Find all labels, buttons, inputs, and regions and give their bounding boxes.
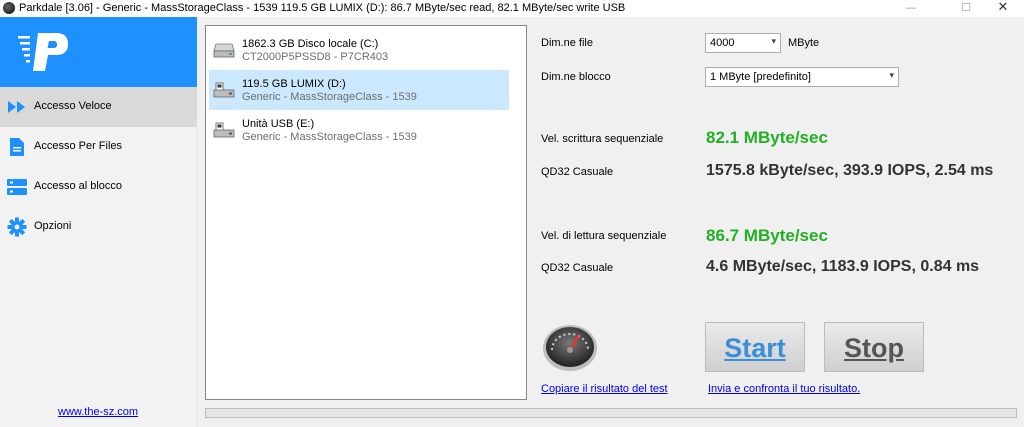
speedometer-icon <box>543 325 597 371</box>
minimize-button[interactable]: — <box>888 0 934 17</box>
copy-result-link[interactable]: Copiare il risultato del test <box>541 383 668 395</box>
sidebar-item-accesso-al-blocco[interactable]: Accesso al blocco <box>0 167 197 207</box>
sidebar-item-accesso-per-files[interactable]: Accesso Per Files <box>0 127 197 167</box>
stop-button[interactable]: Stop <box>824 322 924 372</box>
sidebar: Accesso Veloce Accesso Per Files Accesso… <box>0 17 197 427</box>
fast-forward-icon <box>8 101 25 113</box>
block-size-label: Dim.ne blocco <box>541 71 611 83</box>
removable-drive-icon <box>213 122 235 138</box>
sidebar-item-opzioni[interactable]: Opzioni <box>0 207 197 247</box>
read-speed-label: Vel. di lettura sequenziale <box>541 230 667 242</box>
server-blocks-icon <box>7 179 27 195</box>
sidebar-item-label: Accesso Per Files <box>34 140 123 152</box>
website-link[interactable]: www.the-sz.com <box>58 406 138 418</box>
sidebar-item-accesso-veloce[interactable]: Accesso Veloce <box>0 87 197 127</box>
file-size-unit: MByte <box>788 37 820 49</box>
chevron-down-icon: ▾ <box>889 71 894 81</box>
block-size-value: 1 MByte [predefinito] <box>710 71 811 83</box>
drive-item-c[interactable]: 1862.3 GB Disco locale (C:) CT2000P5PSSD… <box>209 30 509 70</box>
app-icon <box>3 2 15 14</box>
sidebar-item-label: Opzioni <box>34 220 72 232</box>
close-button[interactable]: ✕ <box>980 0 1024 17</box>
file-size-label: Dim.ne file <box>541 37 593 49</box>
drive-details: Generic - MassStorageClass - 1539 <box>242 91 417 103</box>
write-speed-value: 82.1 MByte/sec <box>706 128 828 147</box>
compare-result-link[interactable]: Invia e confronta il tuo risultato. <box>708 383 860 395</box>
hard-drive-icon <box>213 43 235 58</box>
removable-drive-icon <box>213 82 235 98</box>
window-title: Parkdale [3.06] - Generic - MassStorageC… <box>19 2 626 14</box>
file-size-select[interactable]: 4000 ▾ <box>705 33 781 53</box>
write-qd32-value: 1575.8 kByte/sec, 393.9 IOPS, 2.54 ms <box>706 162 994 179</box>
read-qd32-value: 4.6 MByte/sec, 1183.9 IOPS, 0.84 ms <box>706 258 980 275</box>
title-bar: Parkdale [3.06] - Generic - MassStorageC… <box>0 0 1024 17</box>
read-qd32-label: QD32 Casuale <box>541 262 614 274</box>
document-icon <box>10 138 24 156</box>
parkdale-logo-icon <box>18 33 68 71</box>
stop-button-label: Stop <box>844 333 904 363</box>
sidebar-item-label: Accesso Veloce <box>34 100 112 112</box>
drive-details: Generic - MassStorageClass - 1539 <box>242 131 417 143</box>
chevron-down-icon: ▾ <box>771 37 776 47</box>
sidebar-item-label: Accesso al blocco <box>34 180 123 192</box>
read-speed-value: 86.7 MByte/sec <box>706 226 828 245</box>
drive-name: 1862.3 GB Disco locale (C:) <box>242 38 379 50</box>
write-speed-label: Vel. scrittura sequenziale <box>541 133 664 145</box>
block-size-select[interactable]: 1 MByte [predefinito] ▾ <box>705 67 899 87</box>
write-qd32-label: QD32 Casuale <box>541 166 614 178</box>
drive-item-e[interactable]: Unità USB (E:) Generic - MassStorageClas… <box>209 110 509 150</box>
drive-name: 119.5 GB LUMIX (D:) <box>242 78 346 90</box>
gear-icon <box>7 217 27 237</box>
progress-bar <box>205 408 1017 418</box>
start-button-label: Start <box>724 333 786 363</box>
drive-name: Unità USB (E:) <box>242 118 315 130</box>
app-logo <box>0 17 197 87</box>
start-button[interactable]: Start <box>705 322 805 372</box>
drive-item-d[interactable]: 119.5 GB LUMIX (D:) Generic - MassStorag… <box>209 70 509 110</box>
drive-details: CT2000P5PSSD8 - P7CR403 <box>242 51 389 63</box>
file-size-value: 4000 <box>710 37 735 49</box>
drive-list[interactable]: 1862.3 GB Disco locale (C:) CT2000P5PSSD… <box>205 25 527 400</box>
